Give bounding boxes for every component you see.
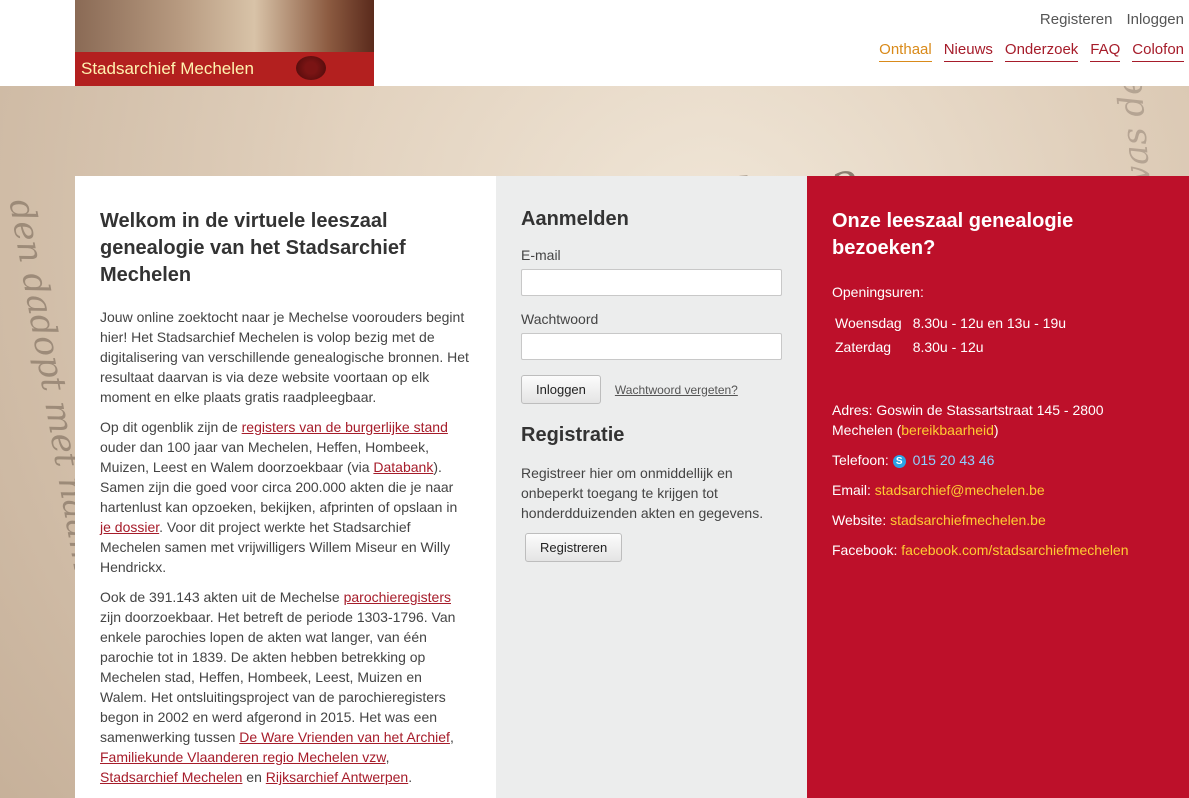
website-label: Website:	[832, 512, 891, 528]
text-span: Op dit ogenblik zijn de	[100, 419, 242, 435]
familiekunde-link[interactable]: Familiekunde Vlaanderen regio Mechelen v…	[100, 749, 386, 765]
table-row: Woensdag 8.30u - 12u en 13u - 19u	[834, 312, 1074, 334]
welcome-paragraph-1: Jouw online zoektocht naar je Mechelse v…	[100, 309, 469, 405]
register-button[interactable]: Registreren	[525, 533, 623, 562]
top-links: Registeren Inloggen	[1040, 11, 1184, 28]
visit-column: Onze leeszaal genealogie bezoeken? Openi…	[807, 176, 1189, 798]
table-row: Zaterdag 8.30u - 12u	[834, 336, 1074, 358]
text-span: en	[242, 769, 266, 785]
registration-title: Registratie	[521, 424, 625, 446]
civil-registers-link[interactable]: registers van de burgerlijke stand	[242, 419, 448, 435]
text-span: ,	[385, 749, 390, 765]
welcome-paragraph-2: Op dit ogenblik zijn de registers van de…	[100, 417, 471, 577]
email-label: E-mail	[521, 247, 561, 263]
text-span: .	[408, 769, 413, 785]
hours-day: Woensdag	[835, 315, 902, 331]
forgot-password-link[interactable]: Wachtwoord vergeten?	[615, 383, 738, 397]
skype-icon: S	[892, 455, 906, 468]
phone-line: Telefoon: S 015 20 43 46	[832, 450, 1164, 470]
email-field[interactable]	[521, 269, 782, 296]
stadsarchief-link[interactable]: Stadsarchief Mechelen	[100, 769, 242, 785]
facebook-line: Facebook: facebook.com/stadsarchiefmeche…	[832, 540, 1164, 560]
logo-text: Stadsarchief Mechelen	[81, 59, 254, 78]
login-link[interactable]: Inloggen	[1126, 11, 1184, 28]
login-actions: Inloggen Wachtwoord vergeten?	[521, 375, 782, 404]
dossier-link[interactable]: je dossier	[100, 519, 159, 535]
nav-item-onderzoek[interactable]: Onderzoek	[1004, 41, 1079, 62]
hours-label: Openingsuren:	[832, 284, 924, 300]
nav-item-nieuws[interactable]: Nieuws	[943, 41, 993, 62]
hours-time: 8.30u - 12u	[912, 339, 984, 355]
password-field[interactable]	[521, 333, 782, 360]
website-line: Website: stadsarchiefmechelen.be	[832, 510, 1164, 530]
login-title: Aanmelden	[521, 208, 629, 230]
nav-item-colofon[interactable]: Colofon	[1132, 41, 1184, 62]
site-logo[interactable]: Stadsarchief Mechelen	[75, 0, 374, 86]
welcome-title: Welkom in de virtuele leeszaal genealogi…	[100, 210, 406, 286]
text-span: Ook de 391.143 akten uit de Mechelse	[100, 589, 344, 605]
main-nav: Onthaal Nieuws Onderzoek FAQ Colofon	[879, 41, 1184, 62]
registration-text: Registreer hier om onmiddellijk en onbep…	[521, 465, 764, 521]
opening-hours-table: Woensdag 8.30u - 12u en 13u - 19u Zaterd…	[832, 310, 1076, 360]
hours-day: Zaterdag	[835, 339, 892, 355]
register-link[interactable]: Registeren	[1040, 11, 1113, 28]
site-header: Stadsarchief Mechelen Registeren Inlogge…	[0, 0, 1189, 86]
email-link[interactable]: stadsarchief@mechelen.be	[875, 482, 1045, 498]
seal-icon	[296, 56, 326, 80]
website-link[interactable]: stadsarchiefmechelen.be	[890, 512, 1046, 528]
login-button[interactable]: Inloggen	[521, 375, 601, 404]
nav-item-faq[interactable]: FAQ	[1090, 41, 1121, 62]
ware-vrienden-link[interactable]: De Ware Vrienden van het Archief	[239, 729, 450, 745]
address-end: )	[993, 422, 999, 438]
accessibility-link[interactable]: bereikbaarheid	[901, 422, 994, 438]
facebook-link[interactable]: facebook.com/stadsarchiefmechelen	[901, 542, 1128, 558]
hours-time: 8.30u - 12u en 13u - 19u	[912, 315, 1067, 331]
text-span: ,	[449, 729, 454, 745]
nav-item-onthaal[interactable]: Onthaal	[879, 41, 932, 62]
parish-registers-link[interactable]: parochieregisters	[344, 589, 451, 605]
phone-label: Telefoon:	[832, 452, 893, 468]
address-label: Adres:	[832, 402, 877, 418]
login-column: Aanmelden E-mail Wachtwoord Inloggen Wac…	[496, 176, 807, 798]
facebook-label: Facebook:	[832, 542, 902, 558]
rijksarchief-link[interactable]: Rijksarchief Antwerpen	[266, 769, 408, 785]
text-span: zijn doorzoekbaar. Het betreft de period…	[100, 609, 456, 745]
email-info-label: Email:	[832, 482, 875, 498]
phone-link[interactable]: 015 20 43 46	[913, 452, 995, 468]
password-label: Wachtwoord	[521, 311, 599, 327]
welcome-column: Welkom in de virtuele leeszaal genealogi…	[75, 176, 496, 798]
visit-title: Onze leeszaal genealogie bezoeken?	[832, 210, 1074, 259]
address-line: Adres: Goswin de Stassartstraat 145 - 28…	[832, 400, 1164, 440]
welcome-paragraph-3: Ook de 391.143 akten uit de Mechelse par…	[100, 587, 471, 787]
databank-link[interactable]: Databank	[373, 459, 433, 475]
email-line: Email: stadsarchief@mechelen.be	[832, 480, 1164, 500]
